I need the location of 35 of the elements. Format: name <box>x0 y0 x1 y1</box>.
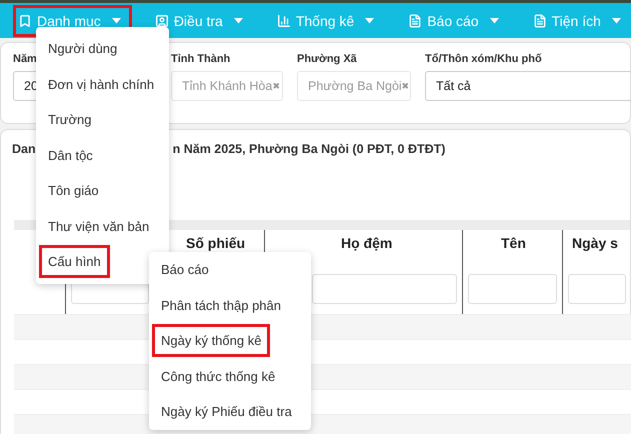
column-header[interactable]: Số phiếu <box>186 235 246 251</box>
menu-item[interactable]: Trường <box>42 106 98 134</box>
field-label: Tỉnh Thành <box>171 53 232 65</box>
field-label: Tổ/Thôn xóm/Khu phố <box>425 53 543 65</box>
bar-chart-icon <box>276 14 291 28</box>
caret-icon <box>234 18 243 24</box>
field-label: Phường Xã <box>297 53 358 65</box>
filter-input[interactable] <box>468 274 557 304</box>
filter-input[interactable] <box>568 274 626 304</box>
document-icon <box>408 14 422 28</box>
menu-item[interactable]: Cấu hình <box>42 248 107 276</box>
list-title: n Năm 2025, Phường Ba Ngòi (0 PĐT, 0 ĐTĐT) <box>172 142 446 158</box>
filter-input[interactable] <box>312 274 457 304</box>
caret-icon <box>490 18 499 24</box>
menu-item[interactable]: Thư viện văn bản <box>42 212 156 240</box>
column-header[interactable]: Tên <box>501 235 526 251</box>
menu-item[interactable]: Ngày ký thống kê <box>155 327 268 354</box>
menu-item[interactable]: Công thức thống kê <box>155 362 282 390</box>
column-header[interactable]: Họ đệm <box>341 235 392 251</box>
menu-item[interactable]: Báo cáo <box>155 256 215 284</box>
menu-item[interactable]: Ngày ký Phiếu điều tra <box>155 398 298 426</box>
field-label: Năm <box>13 53 38 65</box>
bookmark-icon <box>18 14 32 28</box>
menu-item[interactable]: Tôn giáo <box>42 177 105 204</box>
caret-icon <box>112 18 121 24</box>
document-icon <box>532 14 547 28</box>
caret-icon <box>365 18 374 24</box>
menu-item[interactable]: Người dùng <box>42 35 124 62</box>
menu-item[interactable]: Dân tộc <box>42 142 99 169</box>
column-header[interactable]: Ngày s <box>572 235 618 251</box>
menu-item[interactable]: Đơn vị hành chính <box>42 70 160 98</box>
list-title: Dan <box>12 142 36 158</box>
select-field[interactable]: Tất cả <box>425 71 631 101</box>
caret-icon <box>612 18 621 24</box>
menu-item[interactable]: Phân tách thập phân <box>155 292 287 319</box>
